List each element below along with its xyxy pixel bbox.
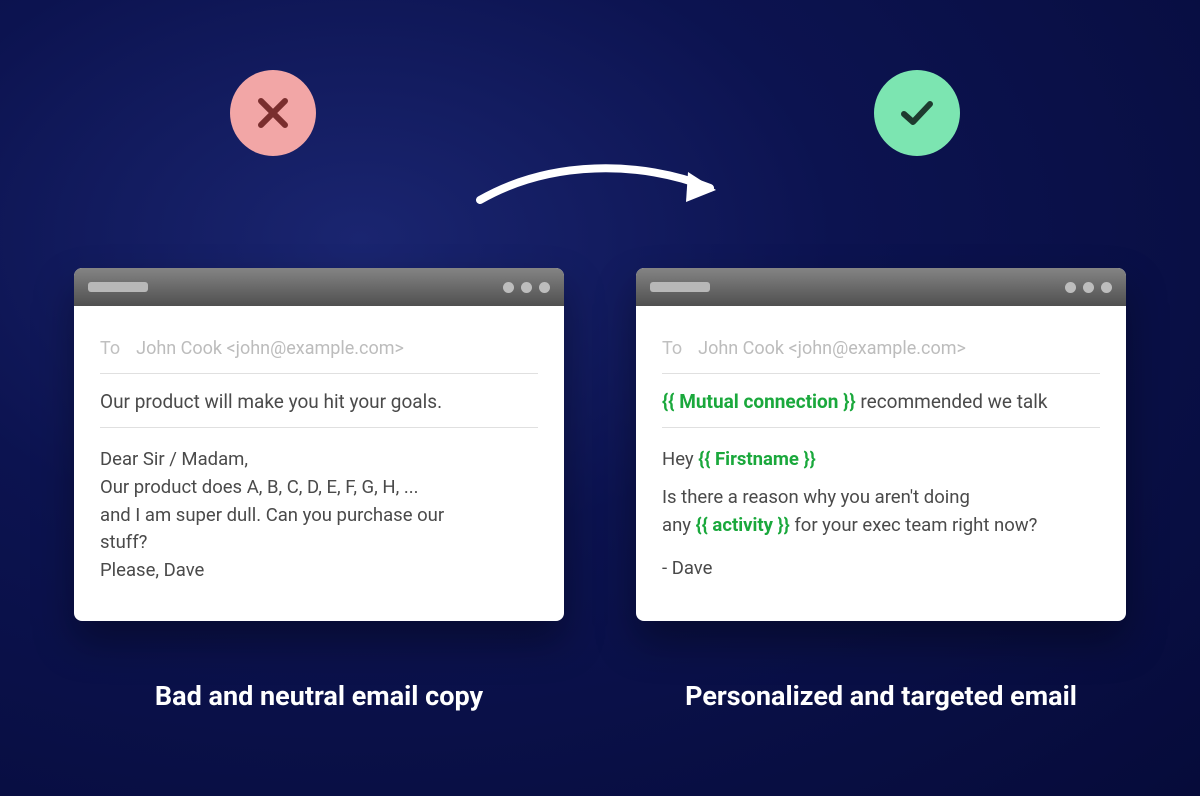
email-card-good: To John Cook <john@example.com> {{ Mutua… [636, 268, 1126, 621]
check-icon [895, 91, 939, 135]
body-line: Hey {{ Firstname }} [662, 446, 1100, 474]
body-signoff: - Dave [662, 555, 1100, 583]
caption-bad: Bad and neutral email copy [74, 680, 564, 712]
window-titlebar [74, 268, 564, 306]
to-value: John Cook <john@example.com> [698, 338, 966, 359]
badge-row [0, 70, 1200, 156]
body-text: any [662, 514, 696, 536]
cross-icon [253, 93, 293, 133]
merge-token: {{ Mutual connection }} [662, 390, 856, 413]
email-content: To John Cook <john@example.com> Our prod… [74, 306, 564, 621]
body-line: Please, Dave [100, 557, 538, 585]
to-value: John Cook <john@example.com> [136, 338, 404, 359]
captions-row: Bad and neutral email copy Personalized … [0, 680, 1200, 712]
window-dot [1083, 282, 1094, 293]
subject-row: {{ Mutual connection }} recommended we t… [662, 374, 1100, 428]
to-row: To John Cook <john@example.com> [662, 320, 1100, 374]
to-row: To John Cook <john@example.com> [100, 320, 538, 374]
to-label: To [100, 338, 120, 359]
body-line: Is there a reason why you aren't doing [662, 484, 1100, 512]
body-line: Dear Sir / Madam, [100, 446, 538, 474]
merge-token: {{ activity }} [696, 514, 790, 536]
bad-badge [230, 70, 316, 156]
window-dot [1101, 282, 1112, 293]
window-dots [1065, 282, 1112, 293]
email-card-bad: To John Cook <john@example.com> Our prod… [74, 268, 564, 621]
body-row: Hey {{ Firstname }} Is there a reason wh… [662, 428, 1100, 605]
body-line: Our product does A, B, C, D, E, F, G, H,… [100, 474, 538, 502]
subject-row: Our product will make you hit your goals… [100, 374, 538, 428]
window-dot [503, 282, 514, 293]
email-content: To John Cook <john@example.com> {{ Mutua… [636, 306, 1126, 619]
subject-text: Our product will make you hit your goals… [100, 390, 442, 413]
body-row: Dear Sir / Madam, Our product does A, B,… [100, 428, 538, 607]
titlebar-pill [650, 282, 710, 292]
window-dots [503, 282, 550, 293]
merge-token: {{ Firstname }} [698, 448, 815, 470]
body-line: any {{ activity }} for your exec team ri… [662, 512, 1100, 540]
arrow-icon [470, 150, 730, 220]
good-badge [874, 70, 960, 156]
window-dot [521, 282, 532, 293]
subject-text: recommended we talk [856, 390, 1048, 413]
cards-row: To John Cook <john@example.com> Our prod… [0, 268, 1200, 621]
body-line: stuff? [100, 529, 538, 557]
to-label: To [662, 338, 682, 359]
body-text: Hey [662, 448, 698, 470]
titlebar-pill [88, 282, 148, 292]
window-dot [539, 282, 550, 293]
body-line: and I am super dull. Can you purchase ou… [100, 502, 538, 530]
window-dot [1065, 282, 1076, 293]
body-text: for your exec team right now? [790, 514, 1038, 536]
window-titlebar [636, 268, 1126, 306]
caption-good: Personalized and targeted email [636, 680, 1126, 712]
